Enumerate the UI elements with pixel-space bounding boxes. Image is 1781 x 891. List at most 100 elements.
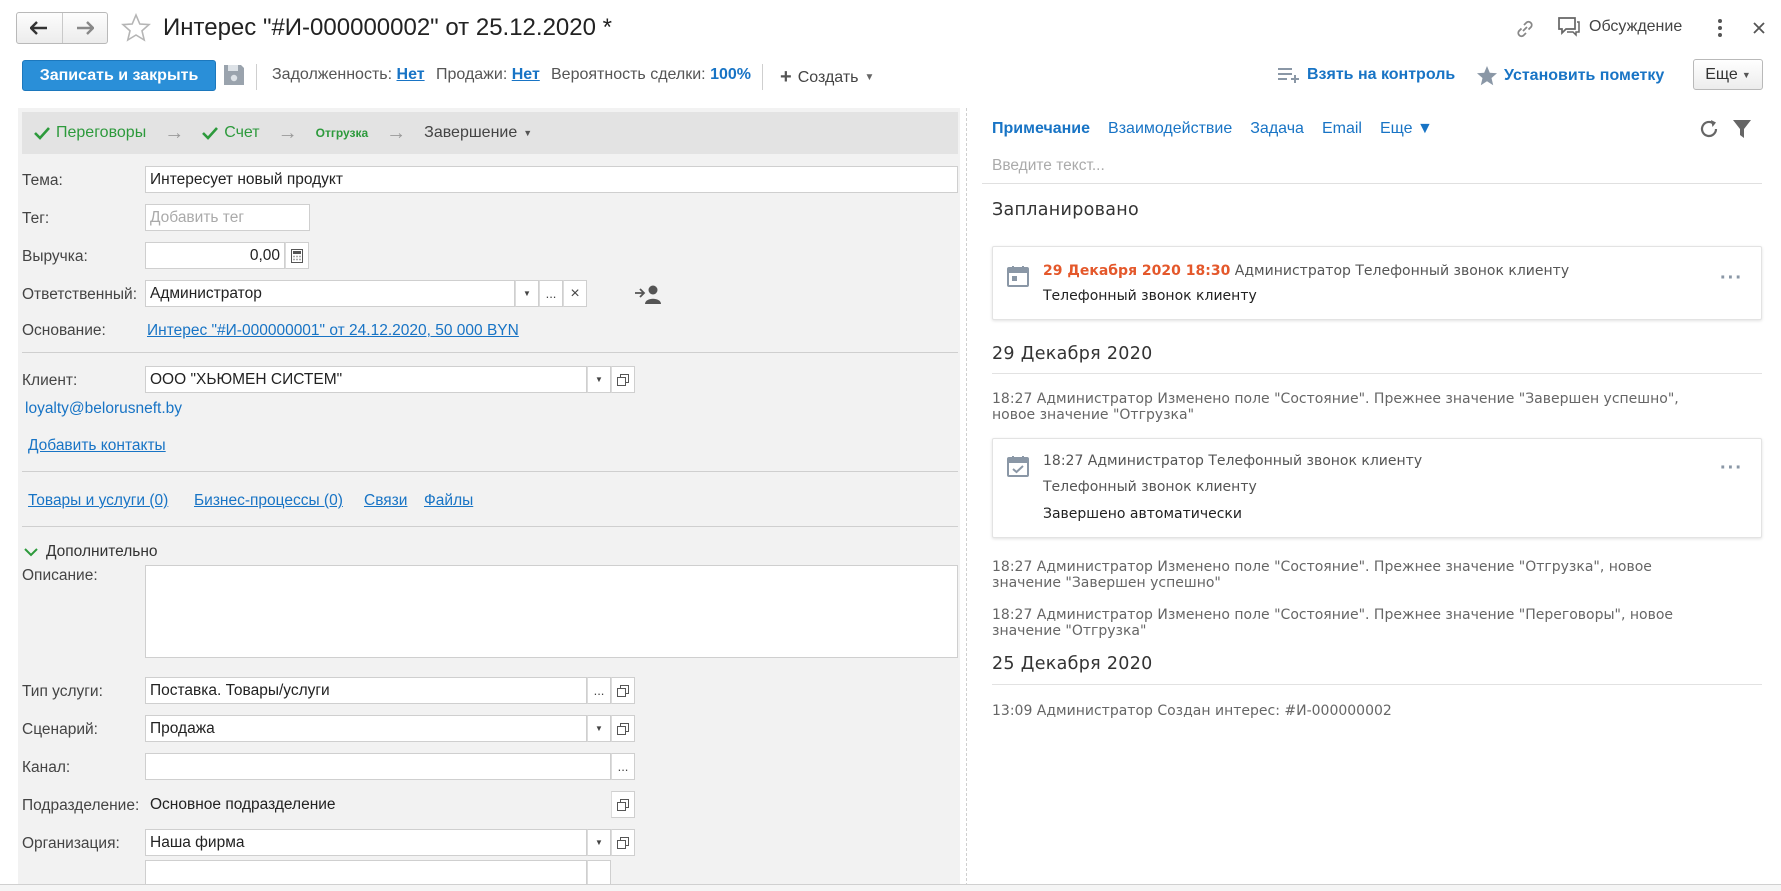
history-entry: 18:27 Администратор Изменено поле "Состо… (992, 391, 1692, 423)
organization-open-button[interactable] (611, 829, 635, 856)
more-horizontal-icon[interactable]: ··· (1720, 457, 1743, 480)
favorite-button[interactable] (121, 13, 151, 43)
sales-label: Продажи: (436, 66, 508, 83)
chevron-down-icon: ▼ (864, 72, 875, 83)
revenue-label: Выручка: (22, 248, 88, 265)
responsible-input[interactable]: Администратор (145, 280, 515, 307)
description-label: Описание: (22, 567, 98, 584)
tab-task[interactable]: Задача (1250, 120, 1304, 138)
products-services-link[interactable]: Товары и услуги (0) (28, 492, 168, 510)
basis-link[interactable]: Интерес "#И-000000001" от 24.12.2020, 50… (147, 322, 519, 340)
chevron-down-icon: ▼ (523, 128, 533, 138)
open-window-icon (617, 373, 629, 386)
discussion-button[interactable]: Обсуждение (1557, 16, 1682, 38)
set-mark-button[interactable]: Установить пометку (1476, 65, 1664, 87)
day-header: 25 Декабря 2020 (992, 654, 1153, 674)
next-row-input[interactable] (145, 860, 587, 887)
user-arrow-icon (635, 285, 661, 304)
scenario-dropdown-button[interactable]: ▼ (587, 715, 611, 742)
completed-task-card[interactable]: 18:27 Администратор Телефонный звонок кл… (992, 438, 1762, 538)
calculator-button[interactable] (285, 242, 309, 269)
tab-email[interactable]: Email (1322, 120, 1362, 138)
forward-button[interactable] (61, 13, 108, 43)
tab-interaction[interactable]: Взаимодействие (1108, 120, 1232, 138)
service-type-select-button[interactable]: ... (587, 677, 611, 704)
open-window-icon (617, 684, 629, 697)
arrow-right-icon: → (164, 121, 185, 144)
more-vertical-button[interactable] (1716, 17, 1724, 39)
stage-negotiations[interactable]: Переговоры (34, 124, 146, 142)
close-icon (1753, 22, 1765, 34)
assign-user-button[interactable] (634, 284, 664, 306)
stage-completion[interactable]: Завершение ▼ (424, 124, 532, 142)
tag-input[interactable]: Добавить тег (145, 204, 310, 231)
relations-link[interactable]: Связи (364, 492, 407, 510)
tag-label: Тег: (22, 210, 50, 227)
note-input[interactable]: Введите текст... (982, 148, 1762, 184)
sales-link[interactable]: Нет (512, 66, 540, 83)
save-close-button[interactable]: Записать и закрыть (22, 60, 216, 91)
responsible-select-button[interactable]: ... (539, 280, 563, 307)
next-row-button[interactable] (587, 860, 611, 887)
tab-note[interactable]: Примечание (992, 120, 1090, 138)
calendar-check-icon (1007, 456, 1029, 477)
service-type-open-button[interactable] (611, 677, 635, 704)
description-textarea[interactable] (145, 565, 958, 658)
more-horizontal-icon[interactable]: ··· (1720, 267, 1743, 290)
channel-select-button[interactable]: ... (611, 753, 635, 780)
debt-link[interactable]: Нет (397, 66, 425, 83)
planned-task-card[interactable]: 29 Декабря 2020 18:30 Администратор Теле… (992, 246, 1762, 320)
chevron-down-icon: ▼ (1741, 69, 1751, 80)
client-email[interactable]: loyalty@belorusneft.by (25, 400, 182, 418)
organization-dropdown-button[interactable]: ▼ (587, 829, 611, 856)
create-menu-button[interactable]: + Создать ▼ (780, 66, 874, 89)
back-button[interactable] (17, 13, 62, 43)
chat-icon (1558, 17, 1580, 37)
history-line: значение "Отгрузка" (992, 623, 1147, 639)
star-icon (121, 13, 151, 42)
close-button[interactable] (1752, 21, 1766, 35)
save-button[interactable] (222, 63, 246, 87)
client-input[interactable]: ООО "ХЬЮМЕН СИСТЕМ" (145, 366, 587, 393)
responsible-label: Ответственный: (22, 286, 138, 303)
channel-input[interactable] (145, 753, 611, 780)
link-button[interactable] (1514, 18, 1536, 40)
arrow-right-icon: → (386, 121, 407, 144)
history-entry: 13:09 Администратор Создан интерес: #И-0… (992, 703, 1392, 719)
responsible-clear-button[interactable]: × (563, 280, 587, 307)
refresh-button[interactable] (1698, 118, 1720, 140)
stage-invoice[interactable]: Счет (202, 124, 260, 142)
timeline-panel: Примечание Взаимодействие Задача Email Е… (982, 108, 1762, 891)
service-type-input[interactable]: Поставка. Товары/услуги (145, 677, 587, 704)
panel-splitter[interactable] (966, 108, 967, 891)
title-bar: Интерес "#И-000000002" от 25.12.2020 * О… (0, 0, 1781, 56)
add-contacts-link[interactable]: Добавить контакты (28, 437, 166, 455)
scenario-open-button[interactable] (611, 715, 635, 742)
business-processes-link[interactable]: Бизнес-процессы (0) (194, 492, 343, 510)
checkmark-icon (34, 127, 50, 140)
page-title: Интерес "#И-000000002" от 25.12.2020 * (163, 14, 612, 41)
division-open-button[interactable] (611, 791, 635, 818)
channel-label: Канал: (22, 759, 71, 776)
responsible-dropdown-button[interactable]: ▼ (515, 280, 539, 307)
completed-task-meta: 18:27 Администратор Телефонный звонок кл… (1043, 453, 1423, 469)
navigation-group (16, 12, 108, 44)
files-link[interactable]: Файлы (424, 492, 473, 510)
revenue-input[interactable]: 0,00 (145, 242, 285, 269)
organization-input[interactable]: Наша фирма (145, 829, 587, 856)
topic-input[interactable]: Интересует новый продукт (145, 166, 958, 193)
filter-button[interactable] (1732, 118, 1752, 140)
tab-more[interactable]: Еще ▼ (1380, 120, 1433, 138)
client-open-button[interactable] (611, 366, 635, 393)
client-dropdown-button[interactable]: ▼ (587, 366, 611, 393)
extra-section-toggle[interactable]: Дополнительно (24, 543, 158, 561)
debt-info: Задолженность: Нет (272, 66, 425, 84)
scenario-input[interactable]: Продажа (145, 715, 587, 742)
stage-shipment[interactable]: Отгрузка (316, 126, 369, 140)
star-filled-icon (1477, 66, 1497, 86)
basis-label: Основание: (22, 322, 106, 339)
more-actions-button[interactable]: Еще ▼ (1693, 59, 1763, 90)
take-control-button[interactable]: Взять на контроль (1277, 65, 1455, 85)
arrow-right-icon: → (277, 121, 298, 144)
completed-task-text: Телефонный звонок клиенту (1043, 479, 1257, 495)
